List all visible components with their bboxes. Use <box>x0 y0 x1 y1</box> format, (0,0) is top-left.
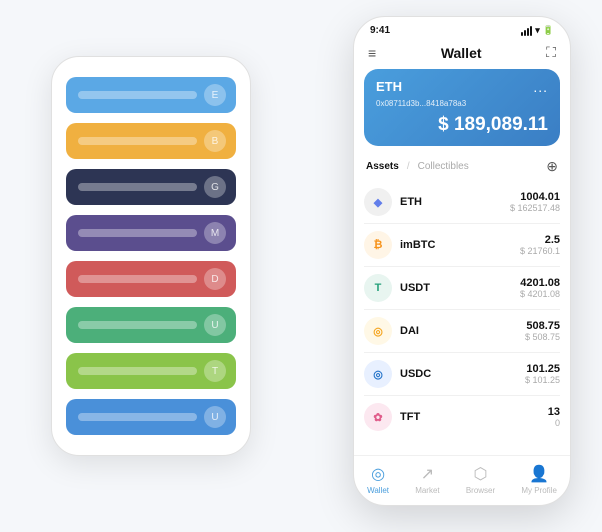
battery-icon: 🔋 <box>543 25 554 36</box>
nav-item-wallet[interactable]: ◎ Wallet <box>367 464 389 495</box>
card-icon: T <box>204 360 226 382</box>
card-icon: B <box>204 130 226 152</box>
signal-icon <box>521 26 532 36</box>
nav-browser-label: Browser <box>466 486 495 495</box>
nav-profile-label: My Profile <box>521 486 557 495</box>
nav-item-profile[interactable]: 👤 My Profile <box>521 464 557 495</box>
asset-item-usdt[interactable]: T USDT4201.08$ 4201.08 <box>364 267 560 310</box>
card-icon: U <box>204 314 226 336</box>
card-label <box>78 367 197 375</box>
usdc-values: 101.25$ 101.25 <box>525 363 560 385</box>
tft-name: TFT <box>400 411 548 423</box>
card-row-card-green[interactable]: U <box>66 307 236 343</box>
card-row-card-blue[interactable]: E <box>66 77 236 113</box>
usdc-usd: $ 101.25 <box>525 375 560 385</box>
tft-values: 130 <box>548 406 560 428</box>
tft-usd: 0 <box>548 418 560 428</box>
asset-item-dai[interactable]: ◎ DAI508.75$ 508.75 <box>364 310 560 353</box>
nav-browser-icon: ⬡ <box>474 464 488 484</box>
tab-separator: / <box>407 161 410 172</box>
scene: E B G M D U T U 9:41 ▾ 🔋 ≡ Wallet ⛶ <box>21 16 581 516</box>
phone-front: 9:41 ▾ 🔋 ≡ Wallet ⛶ ETH ... <box>353 16 571 506</box>
asset-item-eth[interactable]: ◆ ETH1004.01$ 162517.48 <box>364 181 560 224</box>
usdt-icon: T <box>364 274 392 302</box>
eth-values: 1004.01$ 162517.48 <box>510 191 560 213</box>
card-icon: G <box>204 176 226 198</box>
dai-amount: 508.75 <box>525 320 560 332</box>
imbtc-usd: $ 21760.1 <box>520 246 560 256</box>
phone-back: E B G M D U T U <box>51 56 251 456</box>
card-icon: M <box>204 222 226 244</box>
card-row-card-orange[interactable]: B <box>66 123 236 159</box>
nav-wallet-label: Wallet <box>367 486 389 495</box>
eth-icon: ◆ <box>364 188 392 216</box>
eth-amount: 1004.01 <box>510 191 560 203</box>
menu-icon[interactable]: ≡ <box>368 45 376 61</box>
tab-collectibles[interactable]: Collectibles <box>418 161 469 172</box>
usdc-name: USDC <box>400 368 525 380</box>
nav-item-browser[interactable]: ⬡ Browser <box>466 464 495 495</box>
eth-card-address: 0x08711d3b...8418a78a3 <box>376 99 548 108</box>
bottom-nav: ◎ Wallet ↗ Market ⬡ Browser 👤 My Profile <box>354 455 570 505</box>
eth-usd: $ 162517.48 <box>510 203 560 213</box>
asset-item-usdc[interactable]: ◎ USDC101.25$ 101.25 <box>364 353 560 396</box>
tft-amount: 13 <box>548 406 560 418</box>
eth-name: ETH <box>400 196 510 208</box>
assets-header: Assets / Collectibles ⊕ <box>354 154 570 181</box>
dai-name: DAI <box>400 325 525 337</box>
add-asset-button[interactable]: ⊕ <box>546 158 558 175</box>
phone-header: ≡ Wallet ⛶ <box>354 40 570 69</box>
imbtc-name: imBTC <box>400 239 520 251</box>
eth-card-coin-name: ETH <box>376 79 402 94</box>
nav-market-label: Market <box>415 486 439 495</box>
usdt-name: USDT <box>400 282 520 294</box>
tab-assets[interactable]: Assets <box>366 161 399 172</box>
usdt-amount: 4201.08 <box>520 277 560 289</box>
usdc-icon: ◎ <box>364 360 392 388</box>
card-row-card-purple[interactable]: M <box>66 215 236 251</box>
card-row-card-red[interactable]: D <box>66 261 236 297</box>
dai-icon: ◎ <box>364 317 392 345</box>
card-row-card-blue2[interactable]: U <box>66 399 236 435</box>
card-label <box>78 413 197 421</box>
dai-values: 508.75$ 508.75 <box>525 320 560 342</box>
imbtc-amount: 2.5 <box>520 234 560 246</box>
wifi-icon: ▾ <box>535 25 540 36</box>
wallet-title: Wallet <box>441 45 482 61</box>
time: 9:41 <box>370 25 390 36</box>
card-icon: E <box>204 84 226 106</box>
eth-card-balance: $ 189,089.11 <box>376 114 548 136</box>
card-icon: D <box>204 268 226 290</box>
status-icons: ▾ 🔋 <box>521 25 554 36</box>
card-label <box>78 183 197 191</box>
card-icon: U <box>204 406 226 428</box>
nav-item-market[interactable]: ↗ Market <box>415 464 439 495</box>
eth-card-top: ETH ... <box>376 79 548 95</box>
eth-card: ETH ... 0x08711d3b...8418a78a3 $ 189,089… <box>364 69 560 146</box>
usdc-amount: 101.25 <box>525 363 560 375</box>
asset-item-imbtc[interactable]: ₿ imBTC2.5$ 21760.1 <box>364 224 560 267</box>
imbtc-values: 2.5$ 21760.1 <box>520 234 560 256</box>
card-label <box>78 229 197 237</box>
status-bar: 9:41 ▾ 🔋 <box>354 17 570 40</box>
card-label <box>78 91 197 99</box>
assets-tabs: Assets / Collectibles <box>366 161 469 172</box>
card-row-card-lime[interactable]: T <box>66 353 236 389</box>
card-row-card-dark[interactable]: G <box>66 169 236 205</box>
card-label <box>78 275 197 283</box>
dai-usd: $ 508.75 <box>525 332 560 342</box>
nav-profile-icon: 👤 <box>529 464 549 484</box>
card-label <box>78 137 197 145</box>
imbtc-icon: ₿ <box>364 231 392 259</box>
nav-wallet-icon: ◎ <box>371 464 385 484</box>
usdt-values: 4201.08$ 4201.08 <box>520 277 560 299</box>
usdt-usd: $ 4201.08 <box>520 289 560 299</box>
nav-market-icon: ↗ <box>421 464 434 484</box>
eth-card-menu[interactable]: ... <box>533 79 548 95</box>
asset-item-tft[interactable]: ✿ TFT130 <box>364 396 560 438</box>
card-label <box>78 321 197 329</box>
tft-icon: ✿ <box>364 403 392 431</box>
asset-list: ◆ ETH1004.01$ 162517.48 ₿ imBTC2.5$ 21760.1… <box>354 181 570 455</box>
scan-icon[interactable]: ⛶ <box>546 44 556 61</box>
